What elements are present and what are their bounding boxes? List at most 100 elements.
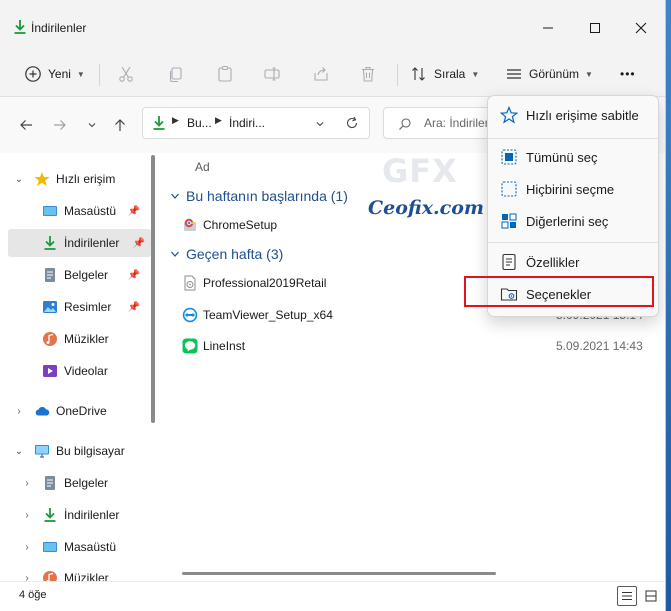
document-icon (45, 268, 55, 282)
breadcrumb-separator-icon: ▶ (215, 115, 222, 125)
cut-button[interactable] (117, 59, 135, 89)
minimize-button[interactable] (525, 12, 571, 44)
share-icon (314, 67, 328, 81)
recent-locations-button[interactable] (80, 113, 104, 137)
chevron-down-icon[interactable]: ⌄ (12, 446, 26, 457)
close-button[interactable] (618, 12, 664, 44)
search-icon (399, 118, 411, 130)
horizontal-scrollbar[interactable] (182, 572, 496, 575)
up-button[interactable] (108, 113, 132, 137)
chevron-down-icon (171, 251, 179, 257)
sidebar-item-music[interactable]: Müzikler (6, 325, 146, 353)
search-input[interactable]: Ara: İndirilen (424, 116, 491, 130)
arrow-up-icon (115, 119, 125, 131)
group-header[interactable]: Geçen hafta (3) (170, 246, 283, 262)
item-count: 4 öğe (19, 589, 47, 601)
watermark-gfx-text: GFX (382, 152, 458, 190)
sidebar-item-this-pc[interactable]: ⌄ Bu bilgisayar (6, 437, 146, 465)
sidebar-item-pc-downloads[interactable]: › İndirilenler (6, 501, 146, 529)
file-name: ChromeSetup (203, 218, 278, 232)
chevron-right-icon[interactable]: › (12, 406, 26, 417)
new-label: Yeni (48, 67, 71, 81)
sidebar-item-pc-documents[interactable]: › Belgeler (6, 469, 146, 497)
sidebar-item-desktop[interactable]: Masaüstü 📌 (6, 197, 146, 225)
menu-item-select-all[interactable]: Tümünü seç (492, 142, 654, 172)
toolbar-divider (397, 64, 398, 86)
status-bar: 4 öğe (0, 581, 665, 611)
download-icon (44, 236, 56, 250)
sidebar-item-label: Hızlı erişim (56, 172, 116, 186)
chevron-down-icon (88, 123, 96, 128)
breadcrumb-downloads[interactable]: İndiri... (229, 116, 265, 130)
maximize-button[interactable] (572, 12, 618, 44)
list-item[interactable]: LineInst 5.09.2021 14:43 (182, 332, 652, 360)
sidebar-item-label: Videolar (64, 364, 108, 378)
chevron-right-icon[interactable]: › (20, 542, 34, 553)
menu-item-select-none[interactable]: Hiçbirini seçme (492, 174, 654, 204)
chevron-down-icon[interactable]: ⌄ (12, 174, 26, 185)
copy-icon (169, 67, 182, 83)
file-explorer-window: İndirilenler Yeni ▼ Sırala ▼ Görünüm ▼ •… (0, 0, 666, 611)
clipboard-icon (218, 65, 232, 82)
plus-circle-icon (25, 66, 41, 82)
desktop-icon (43, 206, 57, 216)
sidebar-item-videos[interactable]: Videolar (6, 357, 146, 385)
more-options-button[interactable]: ••• (620, 59, 636, 89)
chevron-right-icon[interactable]: › (20, 478, 34, 489)
select-none-icon (501, 181, 517, 197)
sidebar-item-pc-desktop[interactable]: › Masaüstü (6, 533, 146, 561)
maximize-icon (590, 23, 600, 33)
menu-item-properties[interactable]: Özellikler (492, 247, 654, 277)
address-bar[interactable]: ▶ Bu... ▶ İndiri... (142, 107, 370, 139)
sidebar-item-pc-music[interactable]: › Müzikler (6, 564, 146, 581)
rename-icon (264, 67, 280, 81)
sort-button[interactable]: Sırala ▼ (410, 59, 479, 89)
back-button[interactable] (14, 113, 38, 137)
refresh-icon[interactable] (345, 116, 359, 130)
details-view-button[interactable] (617, 586, 637, 606)
share-button[interactable] (312, 59, 330, 89)
column-header-name[interactable]: Ad (195, 160, 210, 174)
rename-button[interactable] (263, 59, 281, 89)
paste-button[interactable] (216, 59, 234, 89)
search-box[interactable]: Ara: İndirilen (383, 107, 493, 139)
chevron-down-icon: ▼ (76, 69, 85, 79)
title-bar: İndirilenler (0, 0, 665, 52)
toolbar-divider (99, 64, 100, 86)
menu-item-invert-selection[interactable]: Diğerlerini seç (492, 206, 654, 236)
forward-button[interactable] (48, 113, 72, 137)
sort-label: Sırala (434, 67, 466, 81)
star-outline-icon (500, 106, 518, 124)
sidebar-item-onedrive[interactable]: › OneDrive (6, 397, 146, 425)
pictures-icon (43, 301, 57, 313)
select-all-icon (501, 149, 517, 165)
annotation-highlight (464, 276, 654, 307)
chevron-right-icon[interactable]: › (20, 573, 34, 582)
download-icon (44, 508, 56, 522)
watermark-logo: GFX Ceofix.com (364, 150, 484, 230)
chevron-right-icon[interactable]: › (20, 510, 34, 521)
new-button[interactable]: Yeni ▼ (24, 59, 85, 89)
sidebar-item-downloads[interactable]: İndirilenler 📌 (8, 229, 151, 257)
view-button[interactable]: Görünüm ▼ (505, 59, 593, 89)
sidebar-scrollbar[interactable] (151, 155, 155, 423)
sidebar-item-pictures[interactable]: Resimler 📌 (6, 293, 146, 321)
breadcrumb-this-pc[interactable]: Bu... (187, 116, 212, 130)
sidebar-item-label: Müzikler (64, 571, 109, 581)
sidebar-item-quick-access[interactable]: ⌄ Hızlı erişim (6, 165, 146, 193)
scissors-icon (119, 66, 133, 82)
delete-button[interactable] (359, 59, 377, 89)
group-header[interactable]: Bu haftanın başlarında (1) (170, 188, 348, 204)
sidebar-item-label: Resimler (64, 300, 112, 314)
chevron-down-icon: ▼ (471, 69, 480, 79)
copy-button[interactable] (167, 59, 185, 89)
sidebar-item-label: İndirilenler (64, 236, 120, 250)
installer-icon (184, 218, 196, 231)
chevron-down-icon[interactable] (315, 119, 325, 129)
tiles-view-button[interactable] (641, 586, 661, 606)
menu-item-label: Diğerlerini seç (526, 213, 609, 229)
sidebar-item-documents[interactable]: Belgeler 📌 (6, 261, 146, 289)
menu-item-pin-quick-access[interactable]: Hızlı erişime sabitle (492, 100, 654, 130)
menu-divider (488, 138, 658, 139)
chevron-down-icon: ▼ (585, 69, 593, 79)
